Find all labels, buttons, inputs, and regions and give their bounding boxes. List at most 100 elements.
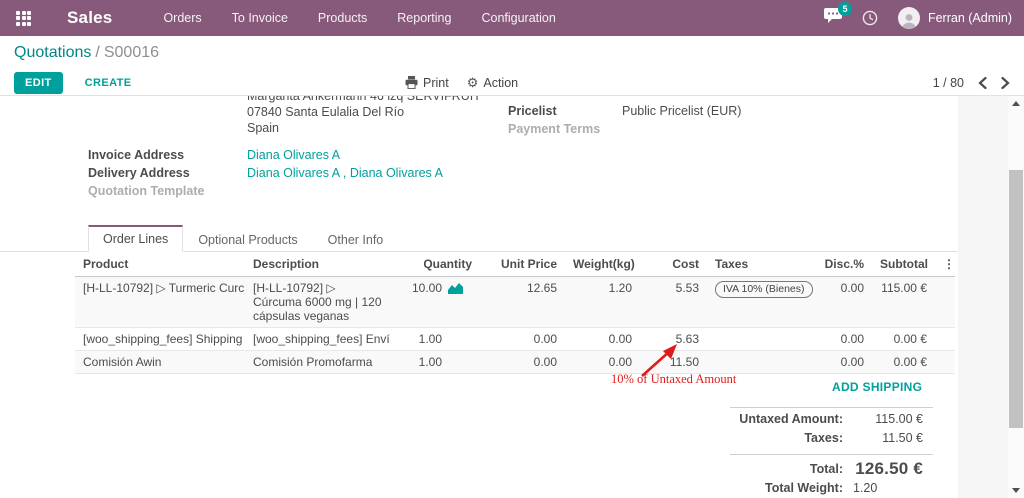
total-value: 126.50 € (855, 459, 923, 478)
gear-icon: ⚙ (466, 75, 479, 90)
address-line: Margarita Ankermann 46 izq SERVIFRUIT (247, 96, 481, 103)
col-taxes[interactable]: Taxes (707, 252, 805, 277)
main-menu: Orders To Invoice Products Reporting Con… (155, 11, 577, 25)
tax-badge: IVA 10% (Bienes) (715, 281, 813, 298)
quotation-template-label: Quotation Template (88, 184, 205, 198)
nav-item-products[interactable]: Products (310, 11, 375, 25)
scroll-up-arrow-icon[interactable] (1012, 101, 1020, 106)
total-label: Total: (809, 462, 843, 476)
untaxed-amount-label: Untaxed Amount: (739, 412, 843, 426)
nav-item-configuration[interactable]: Configuration (473, 11, 563, 25)
cell-disc: 0.00 (805, 327, 872, 351)
cell-cost: 5.53 (640, 276, 707, 328)
edit-button[interactable]: EDIT (14, 71, 63, 94)
cell-quantity: 10.00 (390, 276, 480, 328)
pager-previous-button[interactable] (978, 76, 987, 89)
col-disc[interactable]: Disc.% (805, 252, 872, 277)
cell-description: [H-LL-10792] ▷ Cúrcuma 6000 mg | 120 cáp… (245, 276, 390, 328)
cell-taxes: IVA 10% (Bienes) (707, 276, 813, 328)
cell-unit-price: 0.00 (480, 350, 565, 374)
tab-optional-products[interactable]: Optional Products (183, 227, 312, 252)
control-panel: Quotations / S00016 EDIT CREATE Print ⚙ Ac… (0, 36, 1024, 96)
totals-divider (730, 454, 933, 455)
optional-columns-button[interactable]: ⋮ (935, 252, 955, 277)
address-line: 07840 Santa Eulalia Del Río (247, 105, 405, 119)
cell-subtotal: 0.00 € (872, 350, 935, 374)
invoice-address-label: Invoice Address (88, 148, 185, 162)
vertical-scrollbar[interactable] (1008, 96, 1024, 498)
payment-terms-label: Payment Terms (508, 122, 601, 136)
col-cost[interactable]: Cost (640, 252, 707, 277)
nav-item-to-invoice[interactable]: To Invoice (224, 11, 296, 25)
cell-weight: 0.00 (565, 327, 640, 351)
table-row[interactable]: Comisión Awin Comisión Promofarma 1.00 0… (75, 350, 955, 374)
breadcrumb-quotations[interactable]: Quotations (14, 44, 91, 61)
untaxed-amount-value: 115.00 € (875, 412, 923, 426)
annotation-text: 10% of Untaxed Amount (611, 372, 737, 386)
delivery-address-link[interactable]: Diana Olivares A , Diana Olivares A (247, 166, 443, 180)
pager-next-button[interactable] (1001, 76, 1010, 89)
invoice-address-link[interactable]: Diana Olivares A (247, 148, 340, 162)
messages-button[interactable]: 5 (823, 2, 852, 28)
action-label: Action (483, 75, 519, 90)
content-gutter (958, 96, 1008, 498)
cell-unit-price: 0.00 (480, 327, 565, 351)
col-product[interactable]: Product (75, 252, 245, 277)
app-name[interactable]: Sales (67, 8, 112, 28)
cell-unit-price: 12.65 (480, 276, 565, 328)
create-button[interactable]: CREATE (79, 76, 138, 90)
clock-icon (862, 10, 878, 26)
breadcrumb-current: S00016 (103, 44, 160, 61)
quantity-value: 1.00 (418, 332, 442, 346)
quantity-value: 10.00 (411, 281, 442, 295)
table-row[interactable]: [woo_shipping_fees] Shipping [woo_shippi… (75, 327, 955, 351)
pricelist-value: Public Pricelist (EUR) (622, 104, 742, 118)
total-weight-label: Total Weight: (765, 481, 843, 495)
col-unit-price[interactable]: Unit Price (480, 252, 565, 277)
total-weight-value: 1.20 (853, 481, 878, 495)
delivery-address-label: Delivery Address (88, 166, 190, 180)
action-menu[interactable]: ⚙ Action (467, 76, 518, 90)
cell-description: Comisión Promofarma (245, 350, 390, 374)
cell-quantity: 1.00 (390, 350, 480, 374)
cell-product: [H-LL-10792] ▷ Turmeric Curcu... (75, 276, 245, 328)
col-weight[interactable]: Weight(kg) (565, 252, 640, 277)
cell-subtotal: 0.00 € (872, 327, 935, 351)
cell-quantity: 1.00 (390, 327, 480, 351)
forecast-chart-icon[interactable] (448, 282, 463, 294)
cell-weight: 0.00 (565, 350, 640, 374)
top-navbar: Sales Orders To Invoice Products Reporti… (0, 0, 1024, 36)
scroll-down-arrow-icon[interactable] (1012, 488, 1020, 493)
add-shipping-button[interactable]: ADD SHIPPING (832, 380, 922, 394)
table-row[interactable]: [H-LL-10792] ▷ Turmeric Curcu... [H-LL-1… (75, 276, 955, 328)
totals-panel: Untaxed Amount: 115.00 € Taxes: 11.50 € … (730, 407, 933, 498)
pricelist-label: Pricelist (508, 104, 557, 118)
apps-menu-icon[interactable] (16, 10, 31, 26)
pager: 1 / 80 (933, 76, 1010, 90)
nav-item-orders[interactable]: Orders (155, 11, 209, 25)
col-description[interactable]: Description (245, 252, 390, 277)
chevron-left-icon (978, 76, 987, 89)
cell-taxes (707, 327, 805, 351)
form-sheet: Margarita Ankermann 46 izq SERVIFRUIT 07… (0, 96, 1024, 498)
col-quantity[interactable]: Quantity (390, 252, 480, 277)
cell-taxes (707, 350, 805, 374)
tab-bar: Order Lines Optional Products Other Info (0, 225, 958, 252)
cell-disc: 0.00 (805, 350, 872, 374)
user-menu[interactable]: Ferran (Admin) (897, 7, 1012, 29)
chevron-right-icon (1001, 76, 1010, 89)
activities-button[interactable] (862, 10, 878, 26)
print-menu[interactable]: Print (405, 76, 449, 90)
cell-product: [woo_shipping_fees] Shipping (75, 327, 245, 351)
tab-other-info[interactable]: Other Info (313, 227, 399, 252)
tab-order-lines[interactable]: Order Lines (88, 225, 184, 252)
pager-count[interactable]: 1 / 80 (933, 76, 964, 90)
taxes-value: 11.50 € (882, 431, 923, 445)
table-header-row: Product Description Quantity Unit Price … (75, 252, 955, 277)
scrollbar-thumb[interactable] (1009, 170, 1023, 428)
notebook: Order Lines Optional Products Other Info… (0, 225, 958, 374)
print-label: Print (423, 75, 449, 90)
col-subtotal[interactable]: Subtotal (872, 252, 935, 277)
breadcrumb-separator: / (95, 44, 100, 61)
nav-item-reporting[interactable]: Reporting (389, 11, 459, 25)
